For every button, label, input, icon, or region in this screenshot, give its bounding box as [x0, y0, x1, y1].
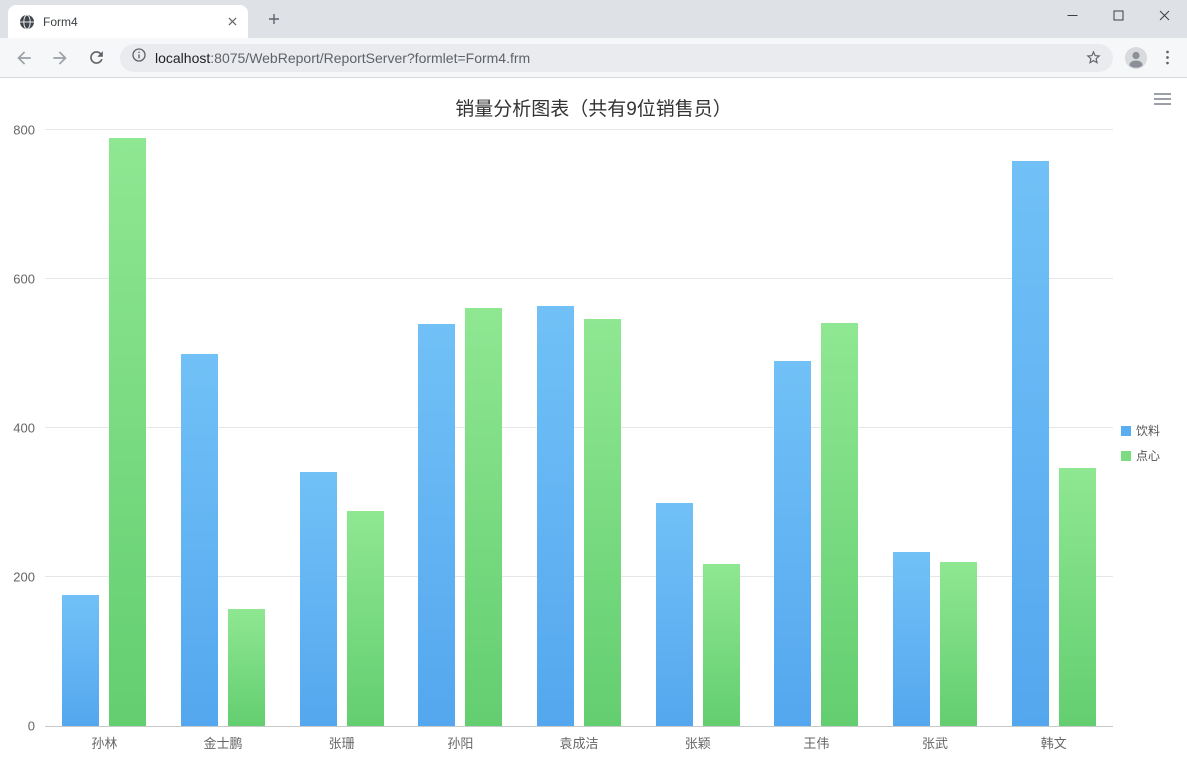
bar-groups: 孙林 金士鹏 张珊 孙阳 袁成洁 张颖 王伟 张武 韩文 — [45, 130, 1113, 751]
new-tab-button[interactable] — [260, 5, 288, 33]
legend-swatch — [1121, 450, 1131, 461]
chart-menu-line — [1154, 93, 1171, 95]
window-maximize-button[interactable] — [1095, 0, 1141, 30]
bar-饮料-孙阳[interactable] — [418, 323, 456, 726]
chart-menu-line — [1154, 98, 1171, 100]
url-path: :8075/WebReport/ReportServer?formlet=For… — [210, 49, 531, 66]
x-axis-category-label: 袁成洁 — [559, 736, 599, 751]
window-close-button[interactable] — [1141, 0, 1187, 30]
bar-点心-袁成洁[interactable] — [584, 319, 622, 726]
x-axis-category-label: 孙林 — [91, 736, 118, 751]
plot-area: 0 200 400 600 800 孙林 金士鹏 张珊 孙阳 袁成洁 张颖 王伟 张武 韩文 — [13, 124, 1113, 751]
bar-饮料-张颖[interactable] — [655, 502, 693, 726]
y-axis-tick-label: 800 — [13, 122, 35, 138]
bar-饮料-张武[interactable] — [893, 552, 931, 726]
bar-点心-张颖[interactable] — [702, 563, 740, 726]
bar-点心-孙阳[interactable] — [465, 308, 503, 726]
chart-menu-line — [1154, 103, 1171, 105]
x-axis-category-label: 张颖 — [684, 736, 711, 751]
x-axis-category-label: 孙阳 — [447, 736, 474, 751]
bookmark-star-icon[interactable] — [1085, 49, 1102, 66]
bar-饮料-韩文[interactable] — [1011, 160, 1049, 726]
refresh-button[interactable] — [80, 42, 112, 74]
y-axis-tick-label: 600 — [13, 271, 35, 287]
x-axis-category-label: 王伟 — [803, 736, 830, 751]
report-page: 销量分析图表（共有9位销售员） 0 200 400 600 800 孙林 金士鹏 张珊 孙阳 袁成… — [0, 78, 1187, 765]
browser-window: Form4 localhost:8075/WebReport/ReportSer… — [0, 0, 1187, 765]
y-axis-tick-label: 0 — [27, 718, 35, 734]
url-host: localhost — [155, 49, 211, 66]
bar-group: 孙林 — [45, 130, 164, 751]
x-axis-category-label: 金士鹏 — [203, 736, 243, 751]
bar-点心-张珊[interactable] — [346, 510, 384, 726]
browser-menu-icon[interactable] — [1153, 44, 1181, 72]
tab-close-icon[interactable] — [224, 14, 240, 30]
back-button[interactable] — [8, 42, 40, 74]
bar-group: 袁成洁 — [520, 130, 639, 751]
info-icon[interactable] — [131, 47, 147, 68]
x-axis-category-label: 张武 — [922, 736, 949, 751]
bar-点心-韩文[interactable] — [1058, 467, 1096, 726]
bar-group: 王伟 — [757, 130, 876, 751]
window-minimize-button[interactable] — [1049, 0, 1095, 30]
address-bar[interactable]: localhost:8075/WebReport/ReportServer?fo… — [120, 43, 1113, 72]
favicon-icon — [19, 14, 35, 30]
url-text: localhost:8075/WebReport/ReportServer?fo… — [155, 50, 1077, 66]
profile-avatar[interactable] — [1124, 46, 1148, 70]
legend-item-饮料[interactable]: 饮料 — [1121, 422, 1160, 439]
browser-tab-form4[interactable]: Form4 — [8, 5, 248, 38]
bar-group: 韩文 — [994, 130, 1113, 751]
y-axis-tick-label: 400 — [13, 420, 35, 436]
window-controls — [1049, 0, 1187, 30]
bar-饮料-金士鹏[interactable] — [181, 353, 218, 726]
tab-title: Form4 — [43, 14, 78, 29]
x-axis-category-label: 张珊 — [328, 736, 355, 751]
legend-label: 点心 — [1136, 449, 1161, 463]
y-axis-tick-label: 200 — [13, 569, 35, 585]
legend-swatch — [1121, 425, 1131, 436]
bar-group: 金士鹏 — [164, 130, 283, 751]
bar-点心-王伟[interactable] — [821, 322, 859, 726]
x-axis-category-label: 韩文 — [1040, 736, 1067, 751]
chart-title: 销量分析图表（共有9位销售员） — [455, 99, 732, 120]
bar-饮料-孙林[interactable] — [62, 594, 100, 726]
chart-export-menu-icon[interactable] — [1154, 93, 1171, 105]
bar-group: 孙阳 — [401, 130, 520, 751]
bar-group: 张珊 — [282, 130, 401, 751]
tab-strip: Form4 — [0, 0, 1187, 38]
forward-button[interactable] — [44, 42, 76, 74]
bar-点心-张武[interactable] — [940, 562, 978, 726]
bar-饮料-王伟[interactable] — [774, 360, 812, 726]
legend-item-点心[interactable]: 点心 — [1121, 447, 1160, 464]
bar-饮料-张珊[interactable] — [299, 471, 337, 726]
bar-点心-金士鹏[interactable] — [228, 609, 265, 726]
bar-group: 张颖 — [638, 130, 757, 751]
bar-饮料-袁成洁[interactable] — [537, 305, 575, 726]
chart-legend: 饮料 点心 — [1121, 422, 1160, 464]
legend-label: 饮料 — [1136, 424, 1161, 438]
bar-点心-孙林[interactable] — [109, 138, 147, 726]
bar-group: 张武 — [876, 130, 995, 751]
browser-toolbar: localhost:8075/WebReport/ReportServer?fo… — [0, 38, 1187, 78]
